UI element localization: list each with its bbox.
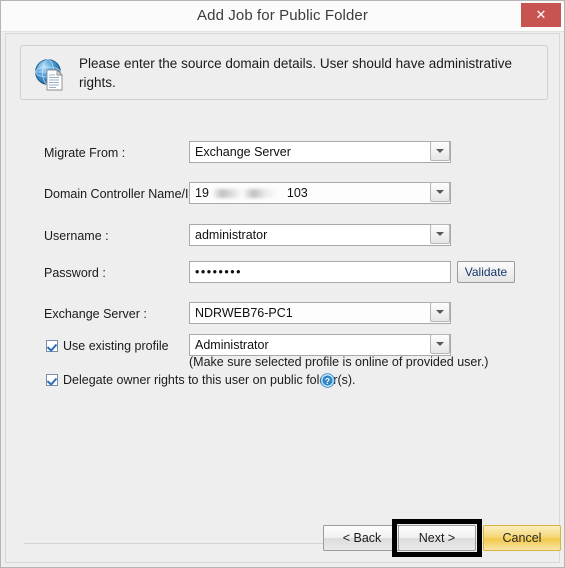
dialog-window: Add Job for Public Folder ✕ Please enter… [0,0,565,568]
next-button-label: Next > [418,531,456,545]
username-chevron-down-icon[interactable] [430,224,450,244]
use-existing-profile-row[interactable]: Use existing profile [46,339,169,353]
close-icon[interactable]: ✕ [521,3,561,27]
migrate-from-value: Exchange Server [195,145,291,159]
use-existing-profile-checkbox[interactable] [46,340,58,352]
domain-controller-value-prefix: 19 [195,186,209,200]
instruction-text: Please enter the source domain details. … [79,56,512,90]
help-glyph: ? [325,376,330,386]
back-button-label: < Back [342,531,382,545]
title-bar: Add Job for Public Folder ✕ [1,1,564,32]
exchange-server-combobox[interactable]: NDRWEB76-PC1 [189,302,451,324]
delegate-rights-row[interactable]: Delegate owner rights to this user on pu… [46,373,356,387]
dialog-body: Please enter the source domain details. … [5,33,561,563]
domain-controller-value-suffix: 103 [286,186,308,200]
cancel-button[interactable]: Cancel [483,525,561,551]
profile-combobox[interactable]: Administrator [189,334,451,356]
delegate-rights-checkbox[interactable] [46,374,58,386]
globe-document-icon [35,59,64,91]
domain-controller-chevron-down-icon[interactable] [430,182,450,202]
back-button[interactable]: < Back [323,525,401,551]
domain-controller-combobox[interactable]: 19 103 [189,182,451,204]
username-combobox[interactable]: administrator [189,224,451,246]
profile-value: Administrator [195,338,269,352]
help-icon[interactable]: ? [320,373,335,388]
instruction-banner: Please enter the source domain details. … [20,45,548,100]
label-domain-controller: Domain Controller Name/IP : [44,187,204,201]
username-value: administrator [195,228,268,242]
label-exchange-server: Exchange Server : [44,307,147,321]
next-button[interactable]: Next > [398,525,476,551]
use-existing-profile-label: Use existing profile [63,339,169,353]
cancel-button-label: Cancel [502,531,542,545]
page-title: Add Job for Public Folder [197,7,368,24]
exchange-server-value: NDRWEB76-PC1 [195,306,293,320]
profile-hint: (Make sure selected profile is online of… [189,355,489,369]
migrate-from-combobox[interactable]: Exchange Server [189,141,451,163]
label-username: Username : [44,229,109,243]
migrate-from-chevron-down-icon[interactable] [430,141,450,161]
password-value: •••••••• [195,265,243,279]
delegate-rights-label: Delegate owner rights to this user on pu… [63,373,356,387]
label-migrate-from: Migrate From : [44,146,126,160]
exchange-server-chevron-down-icon[interactable] [430,302,450,322]
validate-button[interactable]: Validate [457,261,515,283]
profile-chevron-down-icon[interactable] [430,334,450,354]
password-field[interactable]: •••••••• [189,261,451,283]
redaction-blur [211,189,284,199]
label-password: Password : [44,266,106,280]
